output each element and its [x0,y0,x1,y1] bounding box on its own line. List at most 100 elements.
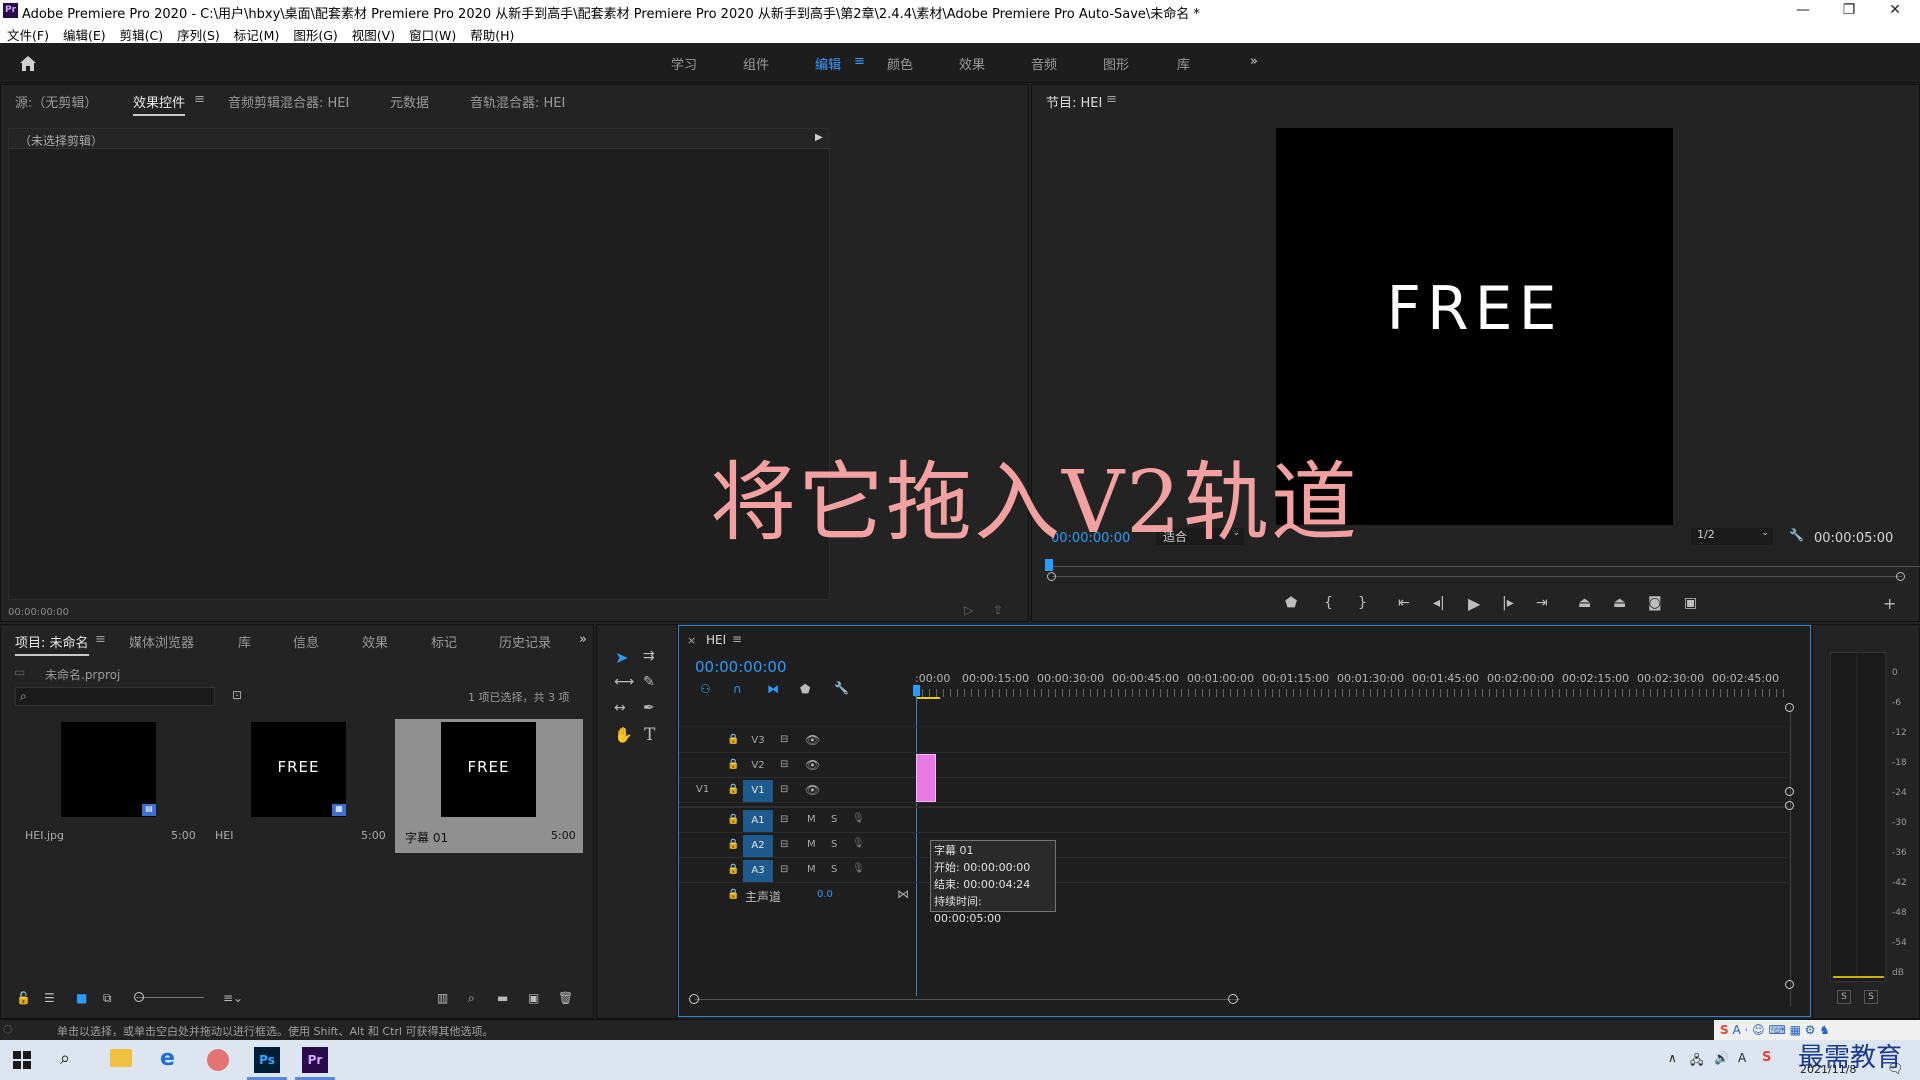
sync-lock-icon[interactable]: ⊟ [780,759,788,770]
track-a2[interactable]: 🔒 A2 ⊟ M S 🎙 [679,834,1789,858]
menu-edit[interactable]: 编辑(E) [56,23,113,44]
minimize-button[interactable]: — [1780,0,1826,23]
sort-icon[interactable]: ≡⌄ [223,991,243,1005]
pen-tool-icon[interactable]: ✒ [643,700,655,716]
title-clip-drag[interactable] [916,754,936,802]
icon-view-icon[interactable]: ■ [76,991,87,1005]
track-label-v2[interactable]: V2 [743,755,773,777]
linked-selection-icon[interactable]: ⧓ [767,682,779,696]
home-icon[interactable] [18,54,38,72]
track-a3[interactable]: 🔒 A3 ⊟ M S 🎙 [679,859,1789,883]
workspace-menu-icon[interactable]: ≡ [854,54,865,69]
workspace-graphics[interactable]: 图形 [1103,54,1129,73]
mute-button[interactable]: M [807,839,816,850]
search-icon[interactable]: ⌕ [60,1048,70,1069]
file-explorer-icon[interactable] [110,1049,132,1067]
workspace-assembly[interactable]: 组件 [743,54,769,73]
automate-to-sequence-icon[interactable]: ▥ [437,991,448,1005]
program-playhead[interactable] [1045,559,1053,571]
freeform-view-icon[interactable]: ⧉ [103,991,112,1006]
ime-mode-icon[interactable]: A [1738,1051,1746,1065]
project-item-selected[interactable]: FREE 字幕 01 5:00 [395,719,583,853]
solo-button[interactable]: S [831,864,837,875]
timeline-settings-wrench-icon[interactable]: 🔧 [834,681,849,695]
add-marker-icon[interactable]: ⬟ [1285,595,1297,611]
track-select-tool-icon[interactable]: ⇉ [643,648,655,664]
export-icon[interactable]: ⇪ [993,603,1003,617]
track-label-v1[interactable]: V1 [743,780,773,802]
menu-sequence[interactable]: 序列(S) [170,23,227,44]
video-scroll-handle-top[interactable] [1785,703,1794,712]
sync-lock-icon[interactable]: ⊟ [780,864,788,875]
vertical-scroll-track[interactable] [1790,706,1791,1006]
premiere-icon[interactable]: Pr [302,1047,328,1073]
tab-media-browser[interactable]: 媒体浏览器 [129,632,194,651]
wrench-icon[interactable]: 🔧 [1789,528,1804,542]
comparison-view-icon[interactable]: ▣ [1684,595,1697,611]
effect-controls-menu-icon[interactable]: ≡ [194,92,205,107]
track-master[interactable]: 🔒 主声道 0.0 ⋈ [679,884,1789,908]
new-bin-from-search-icon[interactable]: ⊡ [232,688,242,702]
track-a1[interactable]: 🔒 A1 ⊟ M S 🎙 [679,809,1789,833]
project-item[interactable]: FREE ▦ HEI 5:00 [205,719,393,853]
expand-arrow-icon[interactable]: ▶ [815,132,823,143]
sync-lock-icon[interactable]: ⊟ [780,814,788,825]
zoom-slider[interactable] [136,997,204,998]
lock-track-icon[interactable]: 🔒 [727,889,739,900]
video-scroll-handle-bottom[interactable] [1785,787,1794,796]
snap-icon[interactable]: ∩ [733,682,742,696]
lock-track-icon[interactable]: 🔒 [727,839,739,850]
voiceover-mic-icon[interactable]: 🎙 [852,813,865,824]
filter-icon[interactable]: ▷ [964,603,973,617]
tab-info[interactable]: 信息 [293,632,319,651]
h-scroll-handle-right[interactable] [1228,994,1238,1004]
lock-icon[interactable]: 🔓 [16,991,31,1005]
tab-program[interactable]: 节目: HEI [1046,92,1102,111]
track-v1[interactable]: V1 🔒 V1 ⊟ 👁 [679,779,1789,803]
find-icon[interactable]: ⌕ [468,991,475,1006]
menu-view[interactable]: 视图(V) [345,23,402,44]
extract-icon[interactable]: ⏏ [1613,595,1626,611]
new-item-icon[interactable]: ▣ [528,991,539,1005]
tray-chevron-icon[interactable]: ∧ [1668,1051,1677,1065]
list-view-icon[interactable]: ☰ [44,991,55,1005]
new-bin-icon[interactable]: ▬ [497,991,508,1005]
tab-markers[interactable]: 标记 [431,632,457,651]
notification-icon[interactable]: 🗨 [1887,1062,1904,1077]
source-patch-v1[interactable]: V1 [696,784,709,795]
nest-toggle-icon[interactable]: ⚇ [700,682,711,696]
photoshop-icon[interactable]: Ps [254,1047,280,1073]
program-zoom-bar[interactable] [1052,576,1902,577]
voiceover-mic-icon[interactable]: 🎙 [852,863,865,874]
tab-project[interactable]: 项目: 未命名 [15,632,89,656]
track-v3[interactable]: 🔒 V3 ⊟ 👁 [679,729,1789,753]
more-workspaces-icon[interactable]: » [1250,54,1258,69]
mute-button[interactable]: M [807,814,816,825]
close-button[interactable]: ✕ [1872,0,1918,23]
lock-track-icon[interactable]: 🔒 [727,784,739,795]
audio-scroll-handle-bottom[interactable] [1785,980,1794,989]
menu-help[interactable]: 帮助(H) [463,23,521,44]
menu-window[interactable]: 窗口(W) [402,23,463,44]
solo-button[interactable]: S [831,814,837,825]
lock-track-icon[interactable]: 🔒 [727,759,739,770]
master-volume-value[interactable]: 0.0 [817,889,833,900]
mark-out-icon[interactable]: } [1358,595,1367,611]
play-icon[interactable]: ▶ [1468,594,1480,613]
zoom-handle-left[interactable] [1047,572,1056,581]
sogou-tray-icon[interactable]: S [1762,1050,1771,1065]
add-button-icon[interactable]: + [1883,594,1896,613]
sync-lock-icon[interactable]: ⊟ [780,784,788,795]
volume-icon[interactable]: 🔊 [1714,1051,1729,1065]
track-label-a1[interactable]: A1 [743,810,773,832]
project-item[interactable]: ▤ HEI.jpg 5:00 [15,719,203,853]
more-tabs-icon[interactable]: » [579,632,587,647]
program-menu-icon[interactable]: ≡ [1106,92,1117,107]
lock-track-icon[interactable]: 🔒 [727,734,739,745]
sync-lock-icon[interactable]: ⊟ [780,734,788,745]
timeline-tab[interactable]: HEI [706,633,726,647]
track-label-a2[interactable]: A2 [743,835,773,857]
tab-effects[interactable]: 效果 [362,632,388,651]
razor-tool-icon[interactable]: ✎ [643,674,655,690]
sogou-ime-icon[interactable]: S [1720,1023,1729,1037]
